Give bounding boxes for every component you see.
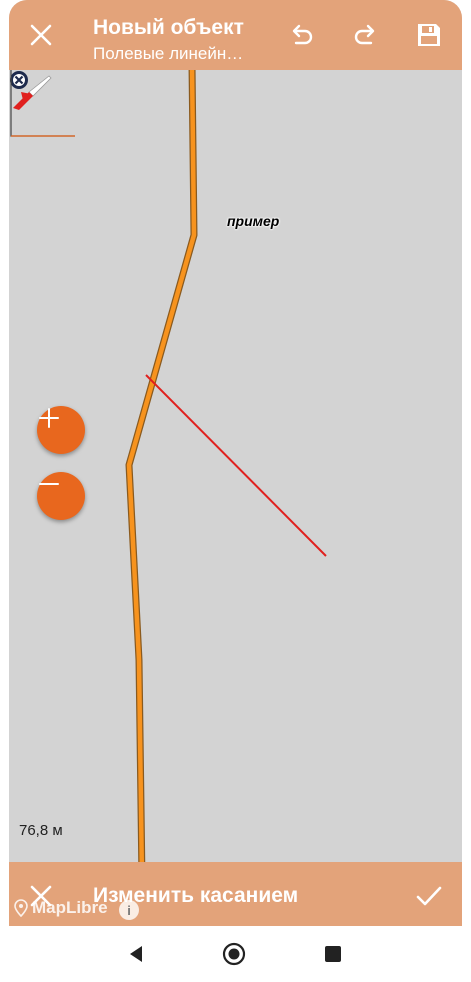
page-title: Новый объект [93, 16, 244, 39]
maplibre-text: MapLibre [32, 898, 108, 917]
confirm-button[interactable] [409, 876, 449, 916]
home-button[interactable] [220, 940, 248, 968]
save-icon [418, 24, 440, 46]
redo-button[interactable] [346, 15, 386, 55]
save-button[interactable] [409, 15, 449, 55]
map-view[interactable]: пример 76,8 м [9, 70, 462, 862]
back-icon [130, 946, 142, 962]
home-icon [222, 942, 246, 966]
screen: Новый объект Полевые линейн… пример 76,8… [0, 0, 471, 982]
close-button[interactable] [21, 15, 61, 55]
scale-bar [10, 70, 75, 137]
info-icon[interactable]: i [119, 900, 139, 920]
app-window: Новый объект Полевые линейн… пример 76,8… [9, 0, 462, 926]
redo-icon [354, 24, 375, 45]
top-toolbar: Новый объект Полевые линейн… [9, 0, 462, 70]
poi-label: пример [227, 213, 280, 229]
zoom-in-button[interactable] [37, 406, 85, 454]
undo-button[interactable] [281, 15, 321, 55]
bottom-action-bar: Изменить касанием MapLibre i [9, 862, 462, 926]
plus-icon [39, 408, 59, 428]
check-icon [416, 886, 442, 906]
back-button[interactable] [122, 940, 150, 968]
zoom-out-button[interactable] [37, 472, 85, 520]
page-subtitle: Полевые линейн… [93, 44, 244, 63]
drawn-line [145, 374, 327, 557]
minus-icon [39, 483, 59, 485]
close-icon [30, 24, 52, 46]
undo-icon [292, 24, 313, 45]
recents-icon [325, 946, 341, 962]
system-nav-bar [0, 926, 471, 982]
map-pin-icon [14, 899, 28, 917]
map-canvas [125, 70, 327, 862]
scale-label: 76,8 м [19, 822, 63, 839]
recents-button[interactable] [319, 940, 347, 968]
maplibre-logo: MapLibre [14, 898, 108, 918]
